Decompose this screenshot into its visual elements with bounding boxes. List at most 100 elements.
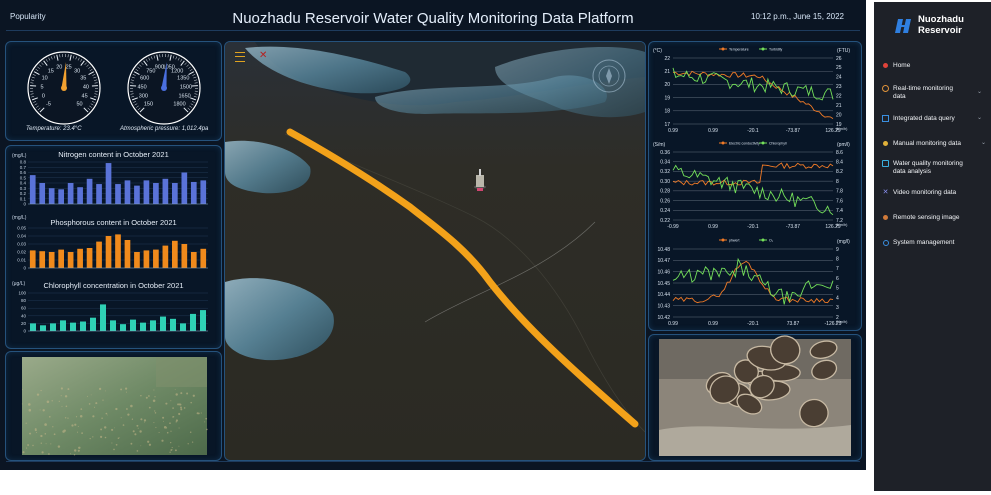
- floating-debris-speck: [52, 426, 54, 428]
- floating-debris-speck: [179, 403, 182, 406]
- floating-debris-speck: [44, 433, 47, 435]
- phosphorous-ytick-label: 0.04: [17, 234, 26, 239]
- phosphorous-bar: [190, 252, 197, 268]
- menu-item-home[interactable]: Home: [882, 62, 988, 70]
- temperature-turbidity-left-tick-label: 21: [664, 69, 670, 75]
- menu-item-remote-sensing[interactable]: Remote sensing image: [882, 214, 988, 222]
- floating-debris-speck: [92, 415, 95, 418]
- menu-item-analysis[interactable]: Water quality monitoring data analysis: [882, 160, 988, 175]
- floating-debris-speck: [175, 393, 178, 396]
- nitrogen-ytick-label: 0.7: [20, 165, 27, 170]
- floating-debris-speck: [170, 400, 172, 402]
- floating-debris-speck: [67, 388, 70, 391]
- temperature-turbidity-legend-marker: [721, 47, 725, 51]
- ph-oxygen-right-tick-label: 8: [836, 257, 839, 263]
- map-scene: [225, 42, 645, 460]
- map-menu-icon[interactable]: [235, 52, 245, 62]
- temperature-turbidity-left-tick-label: 19: [664, 95, 670, 101]
- conductivity-chlorophyll-legend-marker: [761, 141, 765, 145]
- floating-debris-speck: [171, 447, 173, 449]
- ph-oxygen-left-tick-label: 10.44: [657, 292, 670, 298]
- ph-oxygen-right-tick-label: 6: [836, 276, 839, 282]
- chlorophyll-bar: [80, 321, 86, 331]
- floating-debris-speck: [183, 407, 186, 409]
- nitrogen-ytick-label: 0.8: [20, 160, 27, 165]
- remote-sensing-icon: [882, 214, 889, 221]
- floating-debris-speck: [154, 412, 157, 414]
- menu-item-system[interactable]: System management: [882, 239, 988, 247]
- floating-debris-speck: [101, 417, 103, 419]
- floating-debris-speck: [187, 443, 189, 445]
- chlorophyll-bar: [40, 325, 46, 331]
- floating-debris-speck: [192, 394, 195, 397]
- phosphorous-ytick-label: 0.02: [17, 250, 26, 255]
- conductivity-chlorophyll-left-tick-label: 0.24: [660, 208, 670, 214]
- floating-debris-speck: [113, 448, 115, 451]
- temperature-gauge-tick-label: 30: [74, 68, 80, 74]
- nitrogen-bar: [200, 180, 207, 204]
- floating-debris-speck: [125, 408, 128, 410]
- conductivity-chlorophyll-left-tick-label: 0.30: [660, 179, 670, 185]
- menu-item-video[interactable]: ✕ Video monitoring data: [882, 189, 988, 197]
- floating-debris-speck: [189, 431, 192, 434]
- temperature-turbidity-x-tick-label: 0.99: [708, 128, 718, 134]
- menu-item-realtime[interactable]: Real-time monitoring data ⌄: [882, 85, 988, 100]
- ph-oxygen-right-tick-label: 4: [836, 295, 839, 301]
- floating-debris-speck: [191, 441, 194, 443]
- floating-debris-speck: [172, 416, 175, 418]
- floating-debris-speck: [125, 387, 128, 390]
- floating-debris-speck: [136, 424, 139, 427]
- settings-icon: [882, 239, 889, 246]
- chlorophyll-bar: [150, 320, 156, 331]
- floating-debris-speck: [130, 442, 133, 445]
- chlorophyll-bar-chart: 0 20 40 60 80 100: [18, 291, 208, 334]
- temperature-turbidity-right-tick-label: 25: [836, 65, 842, 71]
- menu-item-analysis-label: Water quality monitoring data analysis: [893, 160, 963, 175]
- floating-debris-speck: [105, 390, 106, 392]
- map-close-icon[interactable]: ✕: [259, 50, 267, 61]
- conductivity-chlorophyll-right-tick-label: 8: [836, 179, 839, 185]
- floating-debris-speck: [177, 403, 180, 406]
- floating-debris-speck: [41, 451, 44, 454]
- floating-debris-speck: [152, 399, 156, 402]
- temperature-gauge-tick-label: -5: [46, 102, 51, 108]
- floating-debris-speck: [25, 422, 27, 424]
- chlorophyll-bar: [100, 304, 106, 331]
- floating-debris-speck: [148, 443, 152, 446]
- floating-debris-speck: [180, 392, 183, 395]
- reservoir-3d-map[interactable]: ✕: [224, 41, 646, 461]
- menu-item-query[interactable]: Integrated data query ⌄: [882, 115, 988, 123]
- pressure-gauge: 1503004506007509001050120013501500165018…: [127, 51, 201, 125]
- water-surface-photo: [21, 357, 208, 456]
- temperature-gauge-hub: [61, 85, 67, 91]
- floating-debris-speck: [48, 453, 50, 455]
- menu-item-manual-label: Manual monitoring data: [893, 140, 961, 147]
- phosphorous-bar: [115, 234, 121, 268]
- temperature-gauge-tick-label: 45: [82, 94, 88, 100]
- temperature-turbidity-legend-label: Turbidity: [769, 48, 783, 52]
- ph-oxygen-legend-label: phwert: [729, 239, 740, 243]
- ph-oxygen-legend-marker: [721, 238, 725, 242]
- chlorophyll-bar: [190, 313, 196, 331]
- menu-item-manual[interactable]: Manual monitoring data ⌄: [882, 140, 988, 148]
- pressure-gauge-tick-label: 300: [139, 94, 148, 100]
- floating-debris-speck: [144, 421, 146, 423]
- floating-debris-speck: [89, 437, 91, 440]
- floating-debris-speck: [39, 409, 41, 411]
- floating-debris-speck: [105, 412, 108, 415]
- floating-debris-speck: [162, 416, 165, 419]
- floating-debris-speck: [60, 395, 62, 397]
- floating-debris-speck: [119, 437, 121, 439]
- floating-debris-speck: [178, 445, 180, 447]
- nitrogen-bar: [172, 183, 178, 204]
- floating-debris-speck: [86, 395, 88, 397]
- floating-debris-speck: [165, 402, 168, 405]
- floating-debris-speck: [153, 389, 155, 391]
- floating-debris-speck: [58, 400, 60, 402]
- water-surface-photo-panel: [5, 351, 222, 461]
- floating-debris-speck: [104, 436, 107, 439]
- floating-debris-speck: [169, 451, 171, 453]
- nitrogen-ytick-label: 0.4: [20, 181, 27, 186]
- floating-debris-speck: [28, 403, 31, 406]
- floating-debris-speck: [22, 451, 25, 454]
